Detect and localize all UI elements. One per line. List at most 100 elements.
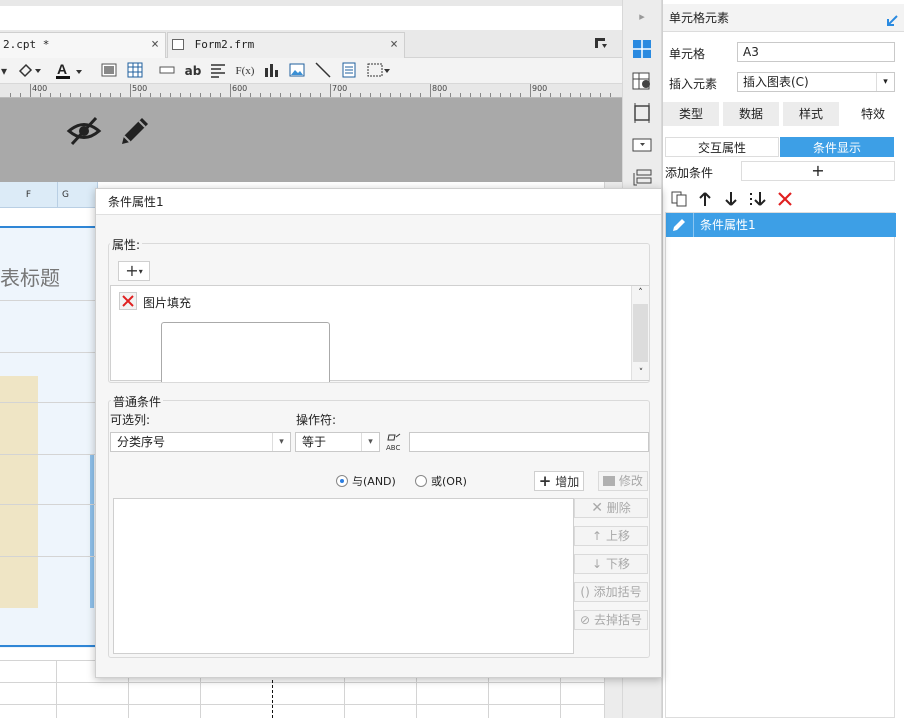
tab-data[interactable]: 数据 — [723, 102, 779, 126]
property-panel: 单元格元素 单元格 A3 插入元素 插入图表(C) ▾ 类型 数据 样式 特效 … — [662, 0, 904, 718]
document-tab-bar: 2.cpt * × Form2.frm × — [0, 30, 622, 58]
or-radio[interactable] — [415, 475, 427, 487]
tab-interaction[interactable]: 交互属性 — [665, 137, 779, 157]
add-attribute-label: + — [125, 261, 139, 280]
add-attribute-button[interactable]: +▾ — [118, 261, 150, 281]
selection-border — [0, 645, 96, 647]
align-left-icon[interactable] — [209, 62, 227, 80]
tab-effects[interactable]: 特效 — [843, 102, 903, 126]
collapse-panel-icon[interactable] — [885, 10, 899, 26]
or-label: 或(OR) — [431, 475, 467, 488]
move-bottom-icon[interactable] — [749, 191, 767, 207]
svg-text:ABC: ABC — [386, 444, 400, 452]
tab-form2[interactable]: Form2.frm × — [167, 32, 405, 58]
column-select[interactable]: 分类序号 ▾ — [110, 432, 291, 452]
move-up-icon[interactable] — [697, 191, 713, 207]
add-parenthesis-button[interactable]: () 添加括号 — [574, 582, 648, 602]
and-radio[interactable] — [336, 475, 348, 487]
grid-table-icon[interactable] — [126, 62, 144, 80]
tab-condition-display[interactable]: 条件显示 — [780, 137, 894, 157]
edit-pencil-icon[interactable] — [670, 216, 688, 234]
abc-formula-icon[interactable]: ABC — [385, 432, 405, 452]
add-button[interactable]: + 增加 — [534, 471, 584, 491]
insert-element-select[interactable]: 插入图表(C) ▾ — [737, 72, 895, 92]
delete-button[interactable]: ✕ 删除 — [574, 498, 648, 518]
tab-menu-icon[interactable] — [594, 36, 608, 50]
hidden-element-overlay — [0, 98, 622, 182]
tab-cpt[interactable]: 2.cpt * × — [0, 32, 166, 58]
move-up-button[interactable]: ↑ 上移 — [574, 526, 648, 546]
attribute-item-label: 图片填充 — [143, 296, 192, 310]
chevron-down-icon: ▾ — [361, 433, 379, 451]
collapse-arrow-icon[interactable]: ▸ — [631, 6, 653, 28]
add-condition-button[interactable]: + — [741, 161, 895, 181]
eye-hidden-icon[interactable] — [66, 114, 102, 148]
delete-x-icon: ✕ — [591, 500, 603, 516]
dropdown-arrow-icon[interactable]: ▾ — [0, 62, 8, 80]
remove-parenthesis-button[interactable]: ⊘ 去掉括号 — [574, 610, 648, 630]
move-down-button[interactable]: ↓ 下移 — [574, 554, 648, 574]
close-icon[interactable]: × — [390, 33, 398, 57]
pencil-edit-icon[interactable] — [118, 114, 152, 148]
operator-value: 等于 — [302, 435, 327, 449]
close-icon[interactable]: × — [151, 33, 159, 57]
condition-list-item[interactable]: 条件属性1 — [666, 213, 896, 237]
condition-value-input[interactable] — [409, 432, 649, 452]
sub-report-icon[interactable] — [340, 62, 358, 80]
ruler-label: 700 — [332, 84, 348, 93]
widget-frame-icon[interactable] — [631, 102, 653, 124]
condition-list: 条件属性1 — [665, 212, 896, 718]
text-ab-icon[interactable]: ab — [184, 62, 202, 80]
column-header-f[interactable]: F — [0, 182, 58, 208]
cell-attribute-icon[interactable] — [631, 70, 653, 92]
cell-element-icon[interactable] — [631, 38, 653, 60]
ruler-label: 800 — [432, 84, 448, 93]
fill-color-icon[interactable] — [16, 62, 44, 80]
chart-title-fragment: 表标题 — [0, 266, 60, 290]
slash-line-icon[interactable] — [314, 62, 332, 80]
condition-attribute-dialog: 条件属性1 属性: +▾ 图片填充 ˄ ˅ 普通条件 可选列: 分类序号 ▾ 操… — [95, 188, 662, 678]
formula-icon[interactable]: F(x) — [235, 62, 255, 80]
attribute-scrollbar[interactable]: ˄ ˅ — [631, 286, 649, 380]
insert-element-label: 插入元素 — [669, 77, 718, 91]
remove-parenthesis-label: 去掉括号 — [593, 613, 642, 627]
operator-select[interactable]: 等于 ▾ — [295, 432, 380, 452]
copy-icon[interactable] — [671, 191, 687, 207]
border-icon[interactable] — [100, 62, 118, 80]
image-fill-preview[interactable] — [161, 322, 330, 382]
attribute-label: 属性: — [110, 236, 143, 253]
panel-title-text: 单元格元素 — [669, 11, 730, 25]
column-header-g[interactable]: G — [58, 182, 98, 208]
column-label: 可选列: — [110, 413, 151, 427]
tab-cpt-label: 2.cpt * — [3, 38, 50, 51]
delete-icon[interactable] — [777, 191, 793, 207]
bar-chart-icon[interactable] — [262, 62, 280, 80]
move-down-icon[interactable] — [723, 191, 739, 207]
chevron-down-icon[interactable]: ▾ — [876, 73, 894, 91]
cell-input[interactable]: A3 — [737, 42, 895, 62]
merge-cell-icon[interactable] — [158, 62, 176, 80]
and-label: 与(AND) — [352, 475, 396, 488]
remove-attribute-icon[interactable] — [119, 292, 137, 310]
add-button-label: 增加 — [555, 475, 580, 489]
horizontal-ruler: 400 500 600 700 800 900 — [0, 84, 622, 98]
condition-expression-list[interactable] — [113, 498, 574, 654]
tab-form2-label: Form2.frm — [194, 38, 255, 51]
plus-icon: + — [538, 472, 552, 490]
layers-icon[interactable] — [631, 166, 653, 188]
dialog-title: 条件属性1 — [96, 189, 661, 215]
insert-element-value: 插入图表(C) — [743, 75, 809, 89]
chevron-down-icon: ▾ — [272, 433, 290, 451]
chart-bar — [0, 376, 38, 608]
font-color-icon[interactable]: A — [54, 61, 86, 80]
move-up-label: 上移 — [605, 529, 630, 543]
modify-button[interactable]: 修改 — [598, 471, 648, 491]
arrow-up-icon: ↑ — [592, 529, 603, 543]
dropdown-widget-icon[interactable] — [631, 134, 653, 156]
column-value: 分类序号 — [117, 435, 166, 449]
parenthesis-icon: () — [580, 585, 590, 599]
frame-dropdown-icon[interactable] — [366, 62, 392, 80]
image-icon[interactable] — [288, 62, 306, 80]
tab-type[interactable]: 类型 — [663, 102, 719, 126]
tab-style[interactable]: 样式 — [783, 102, 839, 126]
